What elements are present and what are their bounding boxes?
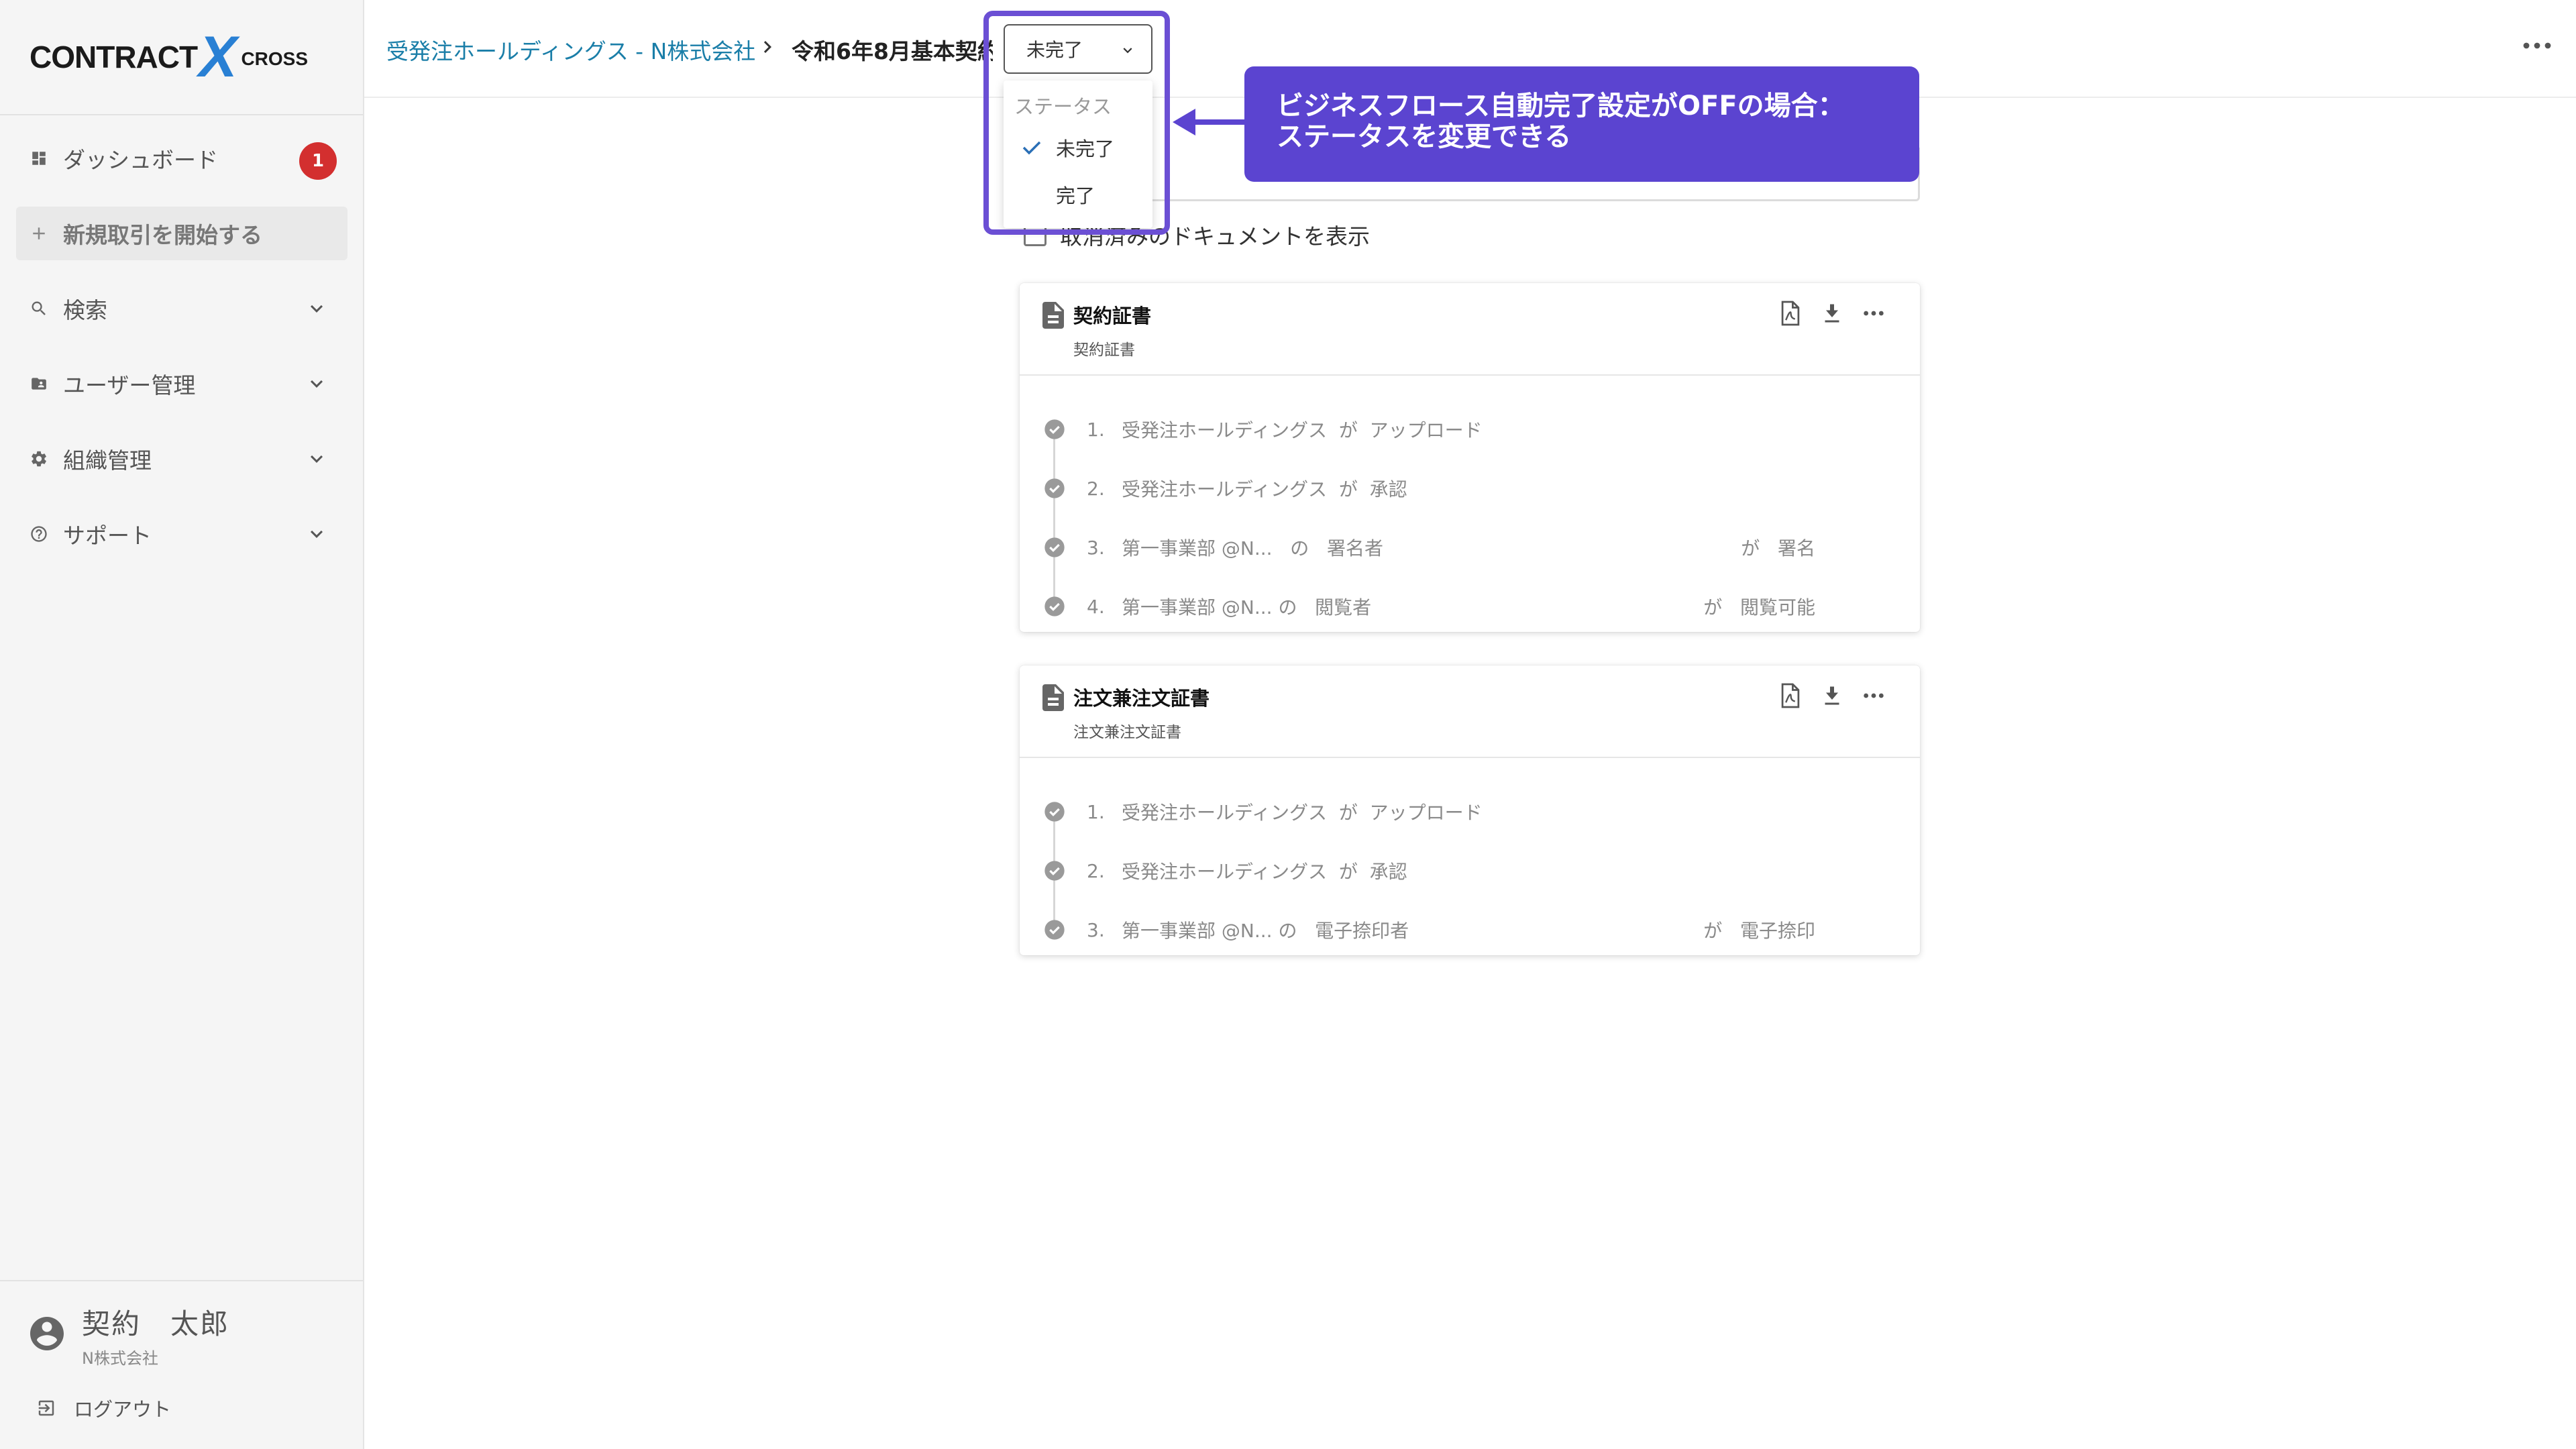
pdf-preview-icon[interactable] xyxy=(1779,301,1802,326)
step-text: 第一事業部 @N... の 閲覧者 xyxy=(1122,596,1372,619)
logout-icon xyxy=(38,1400,54,1416)
logout-label: ログアウト xyxy=(74,1398,172,1421)
workflow-step: 2. 受発注ホールディングス が 承認 xyxy=(1020,459,1920,518)
check-circle-icon xyxy=(1044,419,1065,439)
more-horizontal-icon[interactable] xyxy=(1862,691,1885,700)
more-horizontal-icon[interactable] xyxy=(1862,309,1885,318)
sidebar-item-label: ダッシュボード xyxy=(63,147,218,173)
step-text: 受発注ホールディングス が アップロード xyxy=(1122,802,1483,824)
more-horizontal-icon[interactable] xyxy=(2521,38,2553,54)
callout-line-1: ビジネスフロース自動完了設定がOFFの場合： xyxy=(1277,91,1845,121)
account-circle-icon xyxy=(30,1317,64,1350)
step-text: 受発注ホールディングス が アップロード xyxy=(1122,419,1483,441)
document-title: 契約証書 xyxy=(1073,305,1152,327)
check-circle-icon xyxy=(1044,478,1065,498)
callout-arrow-icon xyxy=(1173,109,1245,136)
sidebar-item-support[interactable]: サポート xyxy=(16,507,347,561)
help-circle-icon xyxy=(27,522,51,546)
step-number: 1. xyxy=(1087,800,1105,823)
logout-button[interactable]: ログアウト xyxy=(36,1394,171,1422)
pdf-preview-icon[interactable] xyxy=(1779,683,1802,708)
document-title: 注文兼注文証書 xyxy=(1073,687,1210,710)
workflow-step: 3. 第一事業部 @N... の 署名者 が 署名 xyxy=(1020,518,1920,577)
workflow-steps: 1. 受発注ホールディングス が アップロード 2. 受発注ホールディングス が… xyxy=(1020,376,1920,636)
workflow-steps: 1. 受発注ホールディングス が アップロード 2. 受発注ホールディングス が… xyxy=(1020,758,1920,959)
new-deal-button[interactable]: 新規取引を開始する xyxy=(16,207,347,260)
document-subtitle: 注文兼注文証書 xyxy=(1073,724,1181,741)
plus-icon xyxy=(27,221,51,246)
notification-badge: 1 xyxy=(299,142,337,180)
brand-x-mark: X xyxy=(199,25,237,89)
user-name: 契約 太郎 xyxy=(82,1307,230,1340)
document-card-header: 注文兼注文証書 注文兼注文証書 xyxy=(1020,665,1920,758)
document-actions xyxy=(1779,301,1885,326)
step-action: が 署名 xyxy=(1741,537,1815,559)
document-subtitle: 契約証書 xyxy=(1073,341,1135,359)
sidebar-item-label: 検索 xyxy=(63,297,107,323)
step-number: 1. xyxy=(1087,418,1105,441)
app-root: CONTRACT X CROSS ダッシュボード 1 新規取引を開始する 検索 xyxy=(0,0,2576,1449)
step-text: 第一事業部 @N... の 署名者 xyxy=(1122,537,1383,559)
document-icon xyxy=(1042,684,1064,711)
sidebar-item-label: ユーザー管理 xyxy=(63,372,196,398)
download-icon[interactable] xyxy=(1822,684,1842,707)
sidebar-item-dashboard[interactable]: ダッシュボード xyxy=(16,131,347,185)
workflow-step: 1. 受発注ホールディングス が アップロード xyxy=(1020,400,1920,459)
gear-icon xyxy=(27,447,51,471)
check-circle-icon xyxy=(1044,596,1065,616)
chevron-down-icon xyxy=(311,455,323,463)
page-title: 令和6年8月基本契約 xyxy=(792,38,993,64)
user-org: N株式会社 xyxy=(82,1349,158,1368)
step-action: が 閲覧可能 xyxy=(1703,596,1815,619)
step-text: 受発注ホールディングス が 承認 xyxy=(1122,861,1407,883)
dashboard-icon xyxy=(27,146,51,170)
document-card: 注文兼注文証書 注文兼注文証書 1. 受発注ホールディングス が アップロード … xyxy=(1020,665,1920,955)
user-info: 契約 太郎 N株式会社 xyxy=(27,1301,229,1368)
step-number: 3. xyxy=(1087,918,1105,941)
sidebar-item-user-management[interactable]: ユーザー管理 xyxy=(16,357,347,411)
chevron-right-icon xyxy=(763,41,771,53)
check-circle-icon xyxy=(1044,920,1065,940)
sidebar-item-org-management[interactable]: 組織管理 xyxy=(16,432,347,486)
step-action: が 電子捺印 xyxy=(1703,920,1815,942)
highlight-frame xyxy=(983,11,1170,235)
sidebar-item-label: サポート xyxy=(63,523,152,549)
step-number: 3. xyxy=(1087,536,1105,559)
check-circle-icon xyxy=(1044,802,1065,822)
check-circle-icon xyxy=(1044,537,1065,557)
download-icon[interactable] xyxy=(1822,302,1842,325)
step-number: 2. xyxy=(1087,859,1105,882)
step-number: 2. xyxy=(1087,477,1105,500)
step-text: 受発注ホールディングス が 承認 xyxy=(1122,478,1407,500)
new-deal-label: 新規取引を開始する xyxy=(63,222,262,248)
workflow-step: 2. 受発注ホールディングス が 承認 xyxy=(1020,841,1920,900)
folder-user-icon xyxy=(27,372,51,396)
check-circle-icon xyxy=(1044,861,1065,881)
sidebar-divider xyxy=(0,114,363,115)
search-icon xyxy=(27,297,51,321)
brand-word-cross: CROSS xyxy=(241,48,309,69)
document-icon xyxy=(1042,302,1064,329)
workflow-step: 1. 受発注ホールディングス が アップロード xyxy=(1020,782,1920,841)
callout-line-2: ステータスを変更できる xyxy=(1277,121,1572,152)
chevron-down-icon xyxy=(311,530,323,538)
chevron-down-icon xyxy=(311,380,323,388)
document-actions xyxy=(1779,683,1885,708)
sidebar-item-search[interactable]: 検索 xyxy=(16,282,347,335)
workflow-step: 3. 第一事業部 @N... の 電子捺印者 が 電子捺印 xyxy=(1020,900,1920,959)
workflow-step: 4. 第一事業部 @N... の 閲覧者 が 閲覧可能 xyxy=(1020,577,1920,636)
sidebar: CONTRACT X CROSS ダッシュボード 1 新規取引を開始する 検索 xyxy=(0,0,364,1449)
step-number: 4. xyxy=(1087,595,1105,618)
chevron-down-icon xyxy=(311,305,323,313)
document-card-header: 契約証書 契約証書 xyxy=(1020,283,1920,376)
annotation-callout: ビジネスフロース自動完了設定がOFFの場合： ステータスを変更できる xyxy=(1244,66,1919,182)
brand-word-contract: CONTRACT xyxy=(30,40,198,74)
sidebar-divider xyxy=(0,1280,363,1281)
document-card: 契約証書 契約証書 1. 受発注ホールディングス が アップロード 2. 受発注… xyxy=(1020,283,1920,632)
brand-logo[interactable]: CONTRACT X CROSS xyxy=(30,28,309,86)
step-text: 第一事業部 @N... の 電子捺印者 xyxy=(1122,920,1409,942)
breadcrumb-link[interactable]: 受発注ホールディングス - N株式会社 xyxy=(386,34,755,66)
sidebar-item-label: 組織管理 xyxy=(63,447,152,474)
